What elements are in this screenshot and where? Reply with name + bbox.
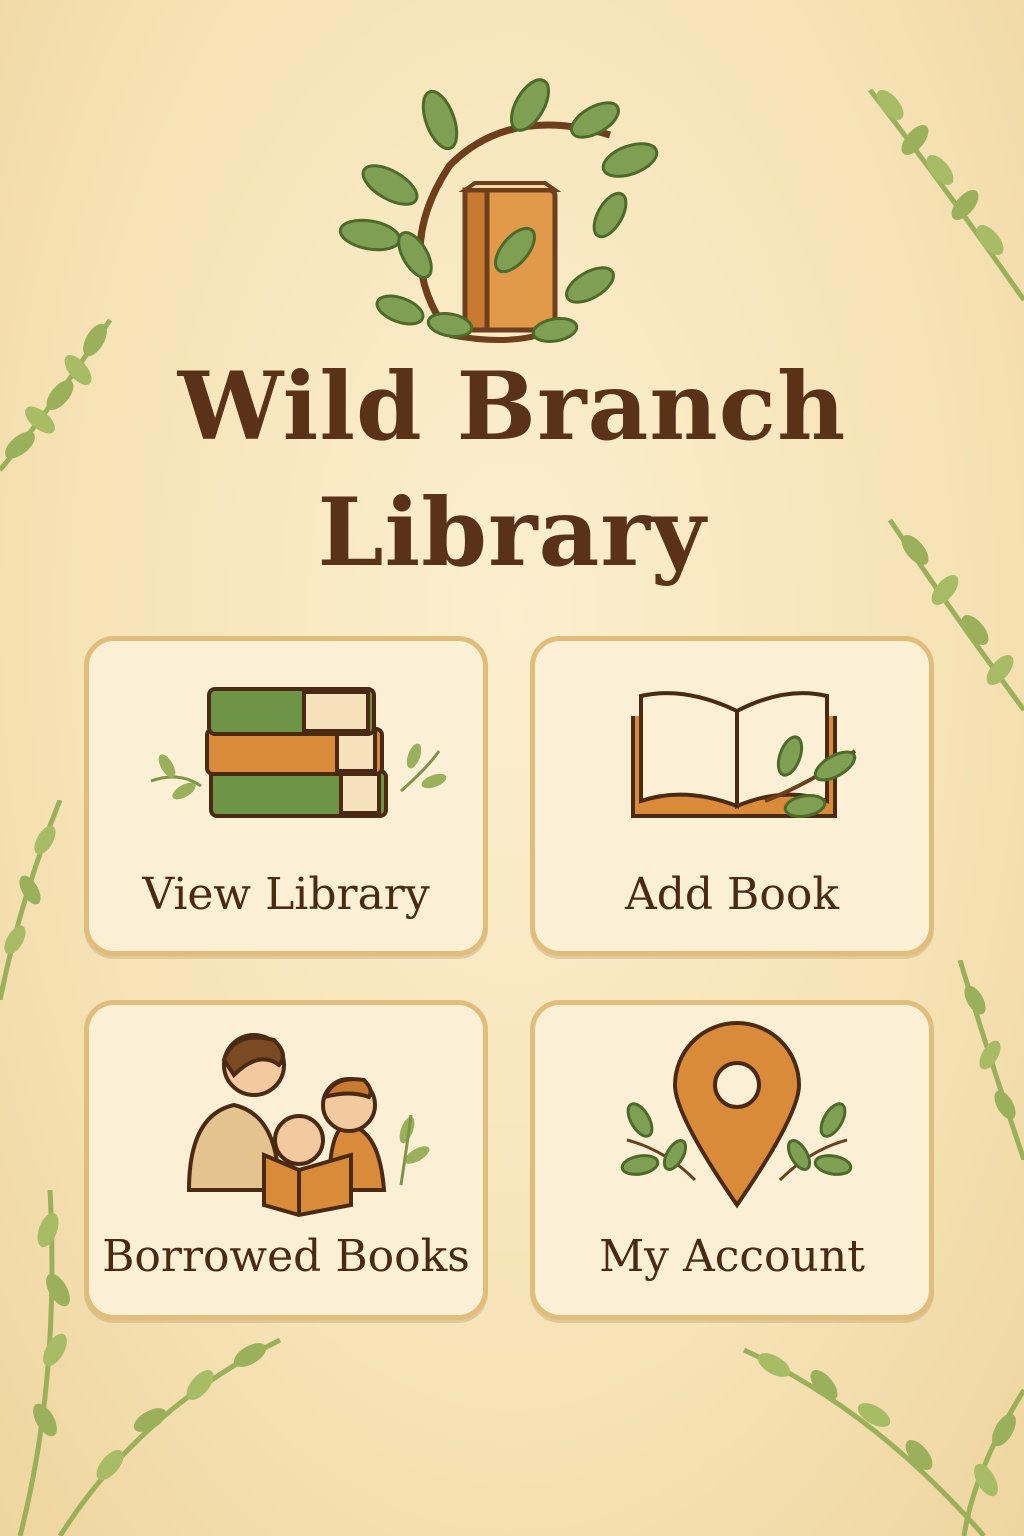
app-title-line1: Wild Branch — [177, 352, 847, 462]
vine-decoration-left-mid — [0, 800, 63, 1000]
my-account-label: My Account — [599, 1231, 865, 1282]
view-library-button[interactable]: View Library — [84, 636, 488, 956]
borrowed-books-button[interactable]: Borrowed Books — [84, 1000, 488, 1320]
my-account-button[interactable]: My Account — [530, 1000, 934, 1320]
borrowed-books-label: Borrowed Books — [102, 1231, 470, 1282]
vine-decoration-bottom-right — [742, 1347, 1024, 1536]
add-book-label: Add Book — [624, 869, 840, 920]
book-with-branch-icon — [338, 78, 659, 343]
app-title-line2: Library — [317, 478, 707, 588]
vine-decoration-right-top — [868, 88, 1024, 302]
add-book-button[interactable]: Add Book — [530, 636, 934, 956]
view-library-label: View Library — [142, 869, 430, 920]
vine-decoration-right-lower — [957, 960, 1024, 1160]
